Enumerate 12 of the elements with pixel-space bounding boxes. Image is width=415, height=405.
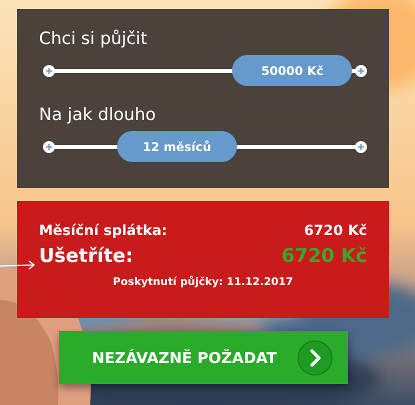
summary-value: 6720 Kč [282,245,367,267]
summary-label: Měsíční splátka: [39,223,168,239]
slider-thumb[interactable]: 50000 Kč [232,55,352,86]
slider-label: Na jak dlouho [39,105,157,127]
slider-track[interactable]: 12 měsíců [43,131,367,162]
slider-thumb[interactable]: 12 měsíců [116,131,237,162]
slider-label: Chci si půjčit [39,29,148,51]
request-button[interactable]: NEZÁVAZNĚ POŽADAT [59,331,348,384]
summary-value: 6720 Kč [304,223,367,239]
summary-label: Ušetříte: [39,245,134,267]
slider-track[interactable]: 50000 Kč [43,55,367,86]
loan-date-note: Poskytnutí půjčky: 11.12.2017 [112,276,294,288]
